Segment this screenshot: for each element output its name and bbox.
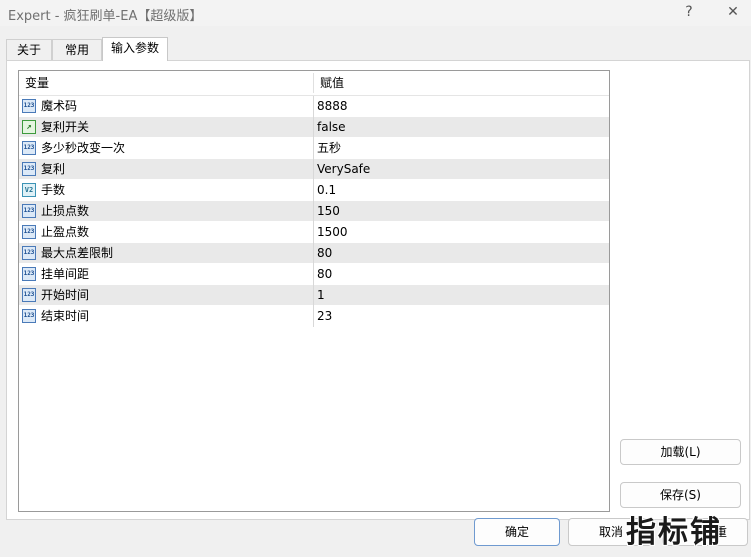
integer-type-icon: 123 (22, 309, 36, 323)
parameter-row[interactable]: ↗ 复利开关 false (19, 117, 609, 138)
tab-common[interactable]: 常用 (52, 39, 102, 60)
integer-type-icon: 123 (22, 99, 36, 113)
tab-about[interactable]: 关于 (6, 39, 52, 60)
parameter-value[interactable]: 0.1 (317, 180, 336, 200)
window-title: Expert - 疯狂刷单-EA【超级版】 (8, 9, 203, 24)
column-divider (313, 306, 314, 327)
parameter-row[interactable]: 123 最大点差限制 80 (19, 243, 609, 264)
integer-type-icon: 123 (22, 162, 36, 176)
column-divider (313, 243, 314, 264)
integer-type-icon: 123 (22, 204, 36, 218)
parameter-value[interactable]: 150 (317, 201, 340, 221)
parameter-name: 最大点差限制 (41, 246, 114, 260)
parameter-row[interactable]: 123 止盈点数 1500 (19, 222, 609, 243)
parameter-row[interactable]: 123 复利 VerySafe (19, 159, 609, 180)
double-type-icon: V2 (22, 183, 36, 197)
load-button[interactable]: 加载(L) (620, 439, 741, 465)
parameter-name: 结束时间 (41, 309, 90, 323)
parameter-name: 止盈点数 (41, 225, 90, 239)
save-button[interactable]: 保存(S) (620, 482, 741, 508)
integer-type-icon: 123 (22, 288, 36, 302)
parameter-row[interactable]: 123 多少秒改变一次 五秒 (19, 138, 609, 159)
integer-type-icon: 123 (22, 267, 36, 281)
header-variable[interactable]: 变量 (19, 71, 313, 95)
parameter-value[interactable]: 23 (317, 306, 332, 326)
boolean-type-icon: ↗ (22, 120, 36, 134)
parameter-value[interactable]: 1 (317, 285, 325, 305)
column-divider (313, 138, 314, 159)
parameter-name: 开始时间 (41, 288, 90, 302)
integer-type-icon: 123 (22, 225, 36, 239)
integer-type-icon: 123 (22, 141, 36, 155)
column-divider (313, 159, 314, 180)
parameter-row[interactable]: 123 挂单间距 80 (19, 264, 609, 285)
column-divider (313, 285, 314, 306)
parameter-row[interactable]: 123 结束时间 23 (19, 306, 609, 327)
ok-button[interactable]: 确定 (474, 518, 560, 546)
column-divider (313, 264, 314, 285)
parameter-value[interactable]: 80 (317, 243, 332, 263)
parameter-row[interactable]: V2 手数 0.1 (19, 180, 609, 201)
tab-input-parameters[interactable]: 输入参数 (102, 37, 168, 61)
parameter-value[interactable]: 1500 (317, 222, 348, 242)
column-divider (313, 96, 314, 117)
parameter-value[interactable]: 80 (317, 264, 332, 284)
integer-type-icon: 123 (22, 246, 36, 260)
parameter-name: 多少秒改变一次 (41, 141, 126, 155)
column-divider (313, 201, 314, 222)
parameter-value[interactable]: 五秒 (317, 138, 341, 158)
parameter-value[interactable]: VerySafe (317, 159, 370, 179)
parameter-name: 复利 (41, 162, 66, 176)
title-bar: Expert - 疯狂刷单-EA【超级版】 ? ✕ (0, 0, 751, 26)
parameter-name: 魔术码 (41, 99, 78, 113)
parameter-value[interactable]: false (317, 117, 346, 137)
column-divider (313, 180, 314, 201)
parameter-name: 复利开关 (41, 120, 90, 134)
parameters-grid[interactable]: 变量 赋值 123 魔术码 8888 ↗ 复利开关 false 123 多少秒改变一次 五秒 12… (18, 70, 610, 512)
header-value[interactable]: 赋值 (314, 71, 609, 95)
grid-header: 变量 赋值 (19, 71, 609, 96)
column-divider (313, 222, 314, 243)
parameter-name: 挂单间距 (41, 267, 90, 281)
watermark-logo: 指标铺 (626, 515, 722, 550)
parameter-name: 手数 (41, 183, 66, 197)
parameter-row[interactable]: 123 开始时间 1 (19, 285, 609, 306)
help-button[interactable]: ? (676, 3, 702, 23)
parameter-value[interactable]: 8888 (317, 96, 348, 116)
column-divider (313, 117, 314, 138)
parameter-row[interactable]: 123 魔术码 8888 (19, 96, 609, 117)
parameter-row[interactable]: 123 止损点数 150 (19, 201, 609, 222)
close-button[interactable]: ✕ (720, 3, 746, 23)
parameter-name: 止损点数 (41, 204, 90, 218)
